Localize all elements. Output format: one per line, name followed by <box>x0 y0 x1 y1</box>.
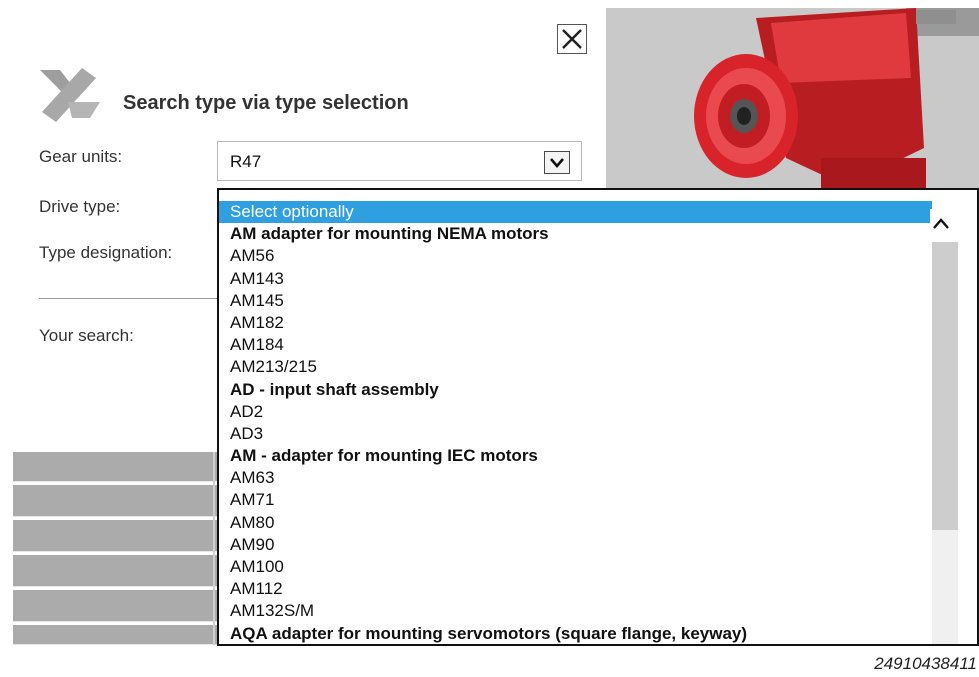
figure-reference-number: 24910438411 <box>874 654 977 673</box>
dialog-title: Search type via type selection <box>123 92 409 114</box>
dropdown-group-header: AM adapter for mounting NEMA motors <box>230 224 549 244</box>
gear-units-value: R47 <box>230 152 262 171</box>
table-row <box>13 520 223 552</box>
dropdown-option[interactable]: AD3 <box>219 423 932 445</box>
form-divider <box>39 298 219 299</box>
table-row <box>13 485 223 517</box>
dropdown-option[interactable]: AM63 <box>219 467 932 489</box>
drive-type-dropdown-list[interactable]: Select optionally AM adapter for mounting… <box>217 188 979 646</box>
table-header-row <box>13 452 223 482</box>
close-icon <box>562 29 582 49</box>
dropdown-option[interactable]: AM143 <box>219 268 932 290</box>
dropdown-option[interactable]: AM100 <box>219 556 932 578</box>
scrollbar-track[interactable] <box>932 530 958 644</box>
scrollbar-thumb[interactable] <box>932 242 958 530</box>
results-table <box>13 452 223 645</box>
type-designation-label: Type designation: <box>39 243 173 262</box>
dropdown-option[interactable]: AM184 <box>219 334 932 356</box>
chevron-up-icon <box>933 218 949 229</box>
dropdown-group-header: AQA adapter for mounting servomotors (sq… <box>230 623 748 643</box>
dropdown-option[interactable]: AM71 <box>219 489 932 511</box>
scroll-up-button[interactable] <box>930 209 977 237</box>
table-row <box>13 625 223 645</box>
dropdown-option[interactable]: AM56 <box>219 245 932 267</box>
gear-search-logo-icon <box>38 66 104 124</box>
dropdown-option[interactable]: AM182 <box>219 312 932 334</box>
dropdown-option[interactable]: AM80 <box>219 512 932 534</box>
dropdown-option[interactable]: AM145 <box>219 290 932 312</box>
table-column-divider <box>213 452 215 645</box>
dropdown-option[interactable]: AM112 <box>219 578 932 600</box>
gear-units-label: Gear units: <box>39 147 123 166</box>
dropdown-group-header: AD - input shaft assembly <box>230 379 439 399</box>
dropdown-toggle-button[interactable] <box>544 151 570 174</box>
dropdown-option[interactable]: AM213/215 <box>219 356 932 378</box>
dropdown-options: Select optionally AM adapter for mounting… <box>219 201 932 644</box>
your-search-label: Your search: <box>39 326 134 345</box>
table-row <box>13 555 223 587</box>
dropdown-option[interactable]: AD2 <box>219 401 932 423</box>
drive-type-label: Drive type: <box>39 197 121 216</box>
product-photo <box>606 8 979 190</box>
dropdown-option[interactable]: AM132S/M <box>219 600 932 622</box>
gear-unit-image <box>606 8 979 190</box>
dropdown-option[interactable]: AM90 <box>219 534 932 556</box>
dropdown-option[interactable]: Select optionally <box>219 201 932 224</box>
gear-units-select[interactable]: R47 <box>217 141 582 181</box>
dropdown-group-header: AM - adapter for mounting IEC motors <box>230 446 538 466</box>
chevron-down-icon <box>550 158 564 168</box>
table-row <box>13 590 223 622</box>
close-button[interactable] <box>557 24 587 54</box>
